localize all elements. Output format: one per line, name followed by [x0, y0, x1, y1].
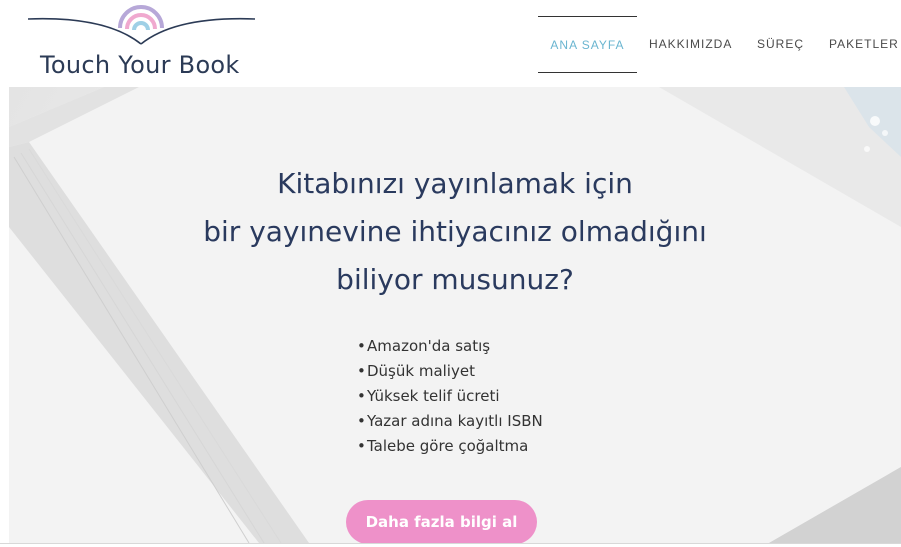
headline-line-1: Kitabınızı yayınlamak için — [277, 167, 633, 200]
nav-item-ana-sayfa[interactable]: ANA SAYFA — [538, 16, 637, 73]
bullet-icon: • — [357, 337, 366, 355]
list-item: •Talebe göre çoğaltma — [357, 434, 543, 459]
bullet-icon: • — [357, 437, 366, 455]
bullet-icon: • — [357, 362, 366, 380]
list-item: •Düşük maliyet — [357, 359, 543, 384]
logo[interactable]: Touch Your Book — [26, 4, 258, 82]
headline-line-3: biliyor musunuz? — [336, 263, 574, 296]
nav-item-surec[interactable]: SÜREÇ — [757, 16, 803, 73]
hero-section: Kitabınızı yayınlamak için bir yayınevin… — [9, 87, 901, 543]
nav-item-paketler[interactable]: PAKETLER — [829, 16, 898, 73]
bullet-icon: • — [357, 387, 366, 405]
headline-line-2: bir yayınevine ihtiyacınız olmadığını — [203, 215, 707, 248]
list-item: •Amazon'da satış — [357, 334, 543, 359]
site-header: Touch Your Book ANA SAYFA HAKKIMIZDA SÜR… — [0, 0, 901, 87]
nav-item-hakkimizda[interactable]: HAKKIMIZDA — [649, 16, 731, 73]
bullet-icon: • — [357, 412, 366, 430]
list-item: •Yazar adına kayıtlı ISBN — [357, 409, 543, 434]
logo-text: Touch Your Book — [40, 51, 240, 79]
open-book-rainbow-icon — [27, 5, 256, 45]
more-info-button[interactable]: Daha fazla bilgi al — [346, 500, 537, 543]
feature-list: •Amazon'da satış •Düşük maliyet •Yüksek … — [357, 334, 543, 459]
list-item: •Yüksek telif ücreti — [357, 384, 543, 409]
hero-headline: Kitabınızı yayınlamak için bir yayınevin… — [9, 160, 901, 304]
page-divider — [0, 543, 901, 547]
open-book-background-image — [9, 87, 901, 543]
